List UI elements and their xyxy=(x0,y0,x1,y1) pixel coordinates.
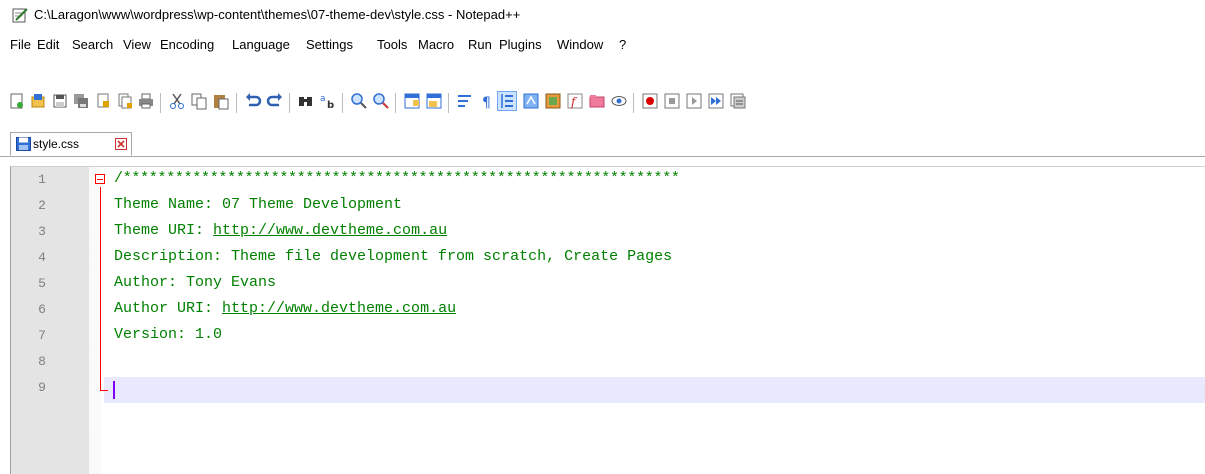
save-macro-icon[interactable] xyxy=(729,92,747,110)
show-all-chars-icon[interactable]: ¶ xyxy=(478,92,496,110)
fold-line xyxy=(100,187,101,391)
find-icon[interactable] xyxy=(297,92,315,110)
menu-language[interactable]: Language xyxy=(232,37,290,52)
menu-view[interactable]: View xyxy=(123,37,151,52)
line-number: 8 xyxy=(38,354,46,369)
line-number: 1 xyxy=(38,172,46,187)
print-icon[interactable] xyxy=(137,92,155,110)
tab-style-css[interactable]: style.css xyxy=(10,132,132,156)
zoom-out-icon[interactable] xyxy=(372,92,390,110)
toolbar-separator xyxy=(395,93,396,113)
indent-guide-icon[interactable] xyxy=(497,91,517,111)
code-line: Description: Theme file development from… xyxy=(114,248,673,265)
fold-collapse-icon[interactable] xyxy=(95,174,105,184)
toolbar-separator xyxy=(289,93,290,113)
text-caret xyxy=(113,381,115,399)
menu-tools[interactable]: Tools xyxy=(377,37,407,52)
folder-workspace-icon[interactable] xyxy=(588,92,606,110)
undo-icon[interactable] xyxy=(244,92,262,110)
replace-icon[interactable]: ab xyxy=(319,92,337,110)
toolbar-separator xyxy=(448,93,449,113)
fold-end-marker xyxy=(100,390,108,391)
tab-label: style.css xyxy=(33,137,80,151)
file-saved-icon xyxy=(16,137,31,151)
line-number: 2 xyxy=(38,198,46,213)
close-icon[interactable] xyxy=(94,92,112,110)
code-line: Theme URI: http://www.devtheme.com.au xyxy=(114,222,447,239)
code-line: Version: 1.0 xyxy=(114,326,223,343)
svg-text:¶: ¶ xyxy=(482,95,491,110)
cut-icon[interactable] xyxy=(168,92,186,110)
menu-run[interactable]: Run xyxy=(468,37,492,52)
svg-text:b: b xyxy=(327,100,334,110)
user-language-icon[interactable] xyxy=(522,92,540,110)
new-file-icon[interactable] xyxy=(8,92,26,110)
tab-bar: style.css xyxy=(0,132,1205,157)
record-macro-icon[interactable] xyxy=(641,92,659,110)
toolbar: ab ¶ f xyxy=(0,88,1205,118)
url-link[interactable]: http://www.devtheme.com.au xyxy=(213,222,447,239)
close-all-icon[interactable] xyxy=(116,92,134,110)
line-number: 6 xyxy=(38,302,46,317)
menu-encoding[interactable]: Encoding xyxy=(160,37,214,52)
code-line: /***************************************… xyxy=(114,170,680,187)
menu-macro[interactable]: Macro xyxy=(418,37,454,52)
toolbar-separator xyxy=(160,93,161,113)
line-number-gutter xyxy=(11,167,89,474)
menu-window[interactable]: Window xyxy=(557,37,603,52)
current-line-highlight xyxy=(104,377,1205,403)
toolbar-separator xyxy=(633,93,634,113)
line-number: 7 xyxy=(38,328,46,343)
menu-plugins[interactable]: Plugins xyxy=(499,37,542,52)
code-line: Author URI: http://www.devtheme.com.au xyxy=(114,300,456,317)
paste-icon[interactable] xyxy=(212,92,230,110)
menu-help[interactable]: ? xyxy=(619,37,626,52)
stop-recording-icon[interactable] xyxy=(663,92,681,110)
menu-file[interactable]: File xyxy=(10,37,31,52)
line-number: 4 xyxy=(38,250,46,265)
word-wrap-icon[interactable] xyxy=(456,92,474,110)
editor-area[interactable]: 1 2 3 4 5 6 7 8 9 /*********************… xyxy=(10,166,1205,474)
code-line: Theme Name: 07 Theme Development xyxy=(114,196,403,213)
menu-settings[interactable]: Settings xyxy=(306,37,353,52)
function-list-icon[interactable]: f xyxy=(566,92,584,110)
zoom-in-icon[interactable] xyxy=(350,92,368,110)
window-title: C:\Laragon\www\wordpress\wp-content\them… xyxy=(34,7,521,22)
run-macro-multiple-icon[interactable] xyxy=(707,92,725,110)
notepad-plus-plus-icon xyxy=(12,8,28,23)
url-link[interactable]: http://www.devtheme.com.au xyxy=(222,300,456,317)
sync-vertical-icon[interactable] xyxy=(403,92,421,110)
line-number: 3 xyxy=(38,224,46,239)
menu-search[interactable]: Search xyxy=(72,37,113,52)
svg-text:a: a xyxy=(320,94,326,104)
monitoring-icon[interactable] xyxy=(610,92,628,110)
toolbar-separator xyxy=(342,93,343,113)
redo-icon[interactable] xyxy=(266,92,284,110)
save-all-icon[interactable] xyxy=(72,92,90,110)
line-number: 9 xyxy=(38,380,46,395)
playback-icon[interactable] xyxy=(685,92,703,110)
doc-map-icon[interactable] xyxy=(544,92,562,110)
code-line: Author: Tony Evans xyxy=(114,274,277,291)
sync-horizontal-icon[interactable] xyxy=(425,92,443,110)
title-bar: C:\Laragon\www\wordpress\wp-content\them… xyxy=(0,0,1205,30)
tab-close-icon[interactable] xyxy=(115,138,127,150)
open-file-icon[interactable] xyxy=(29,92,47,110)
line-number: 5 xyxy=(38,276,46,291)
menu-edit[interactable]: Edit xyxy=(37,37,59,52)
toolbar-separator xyxy=(236,93,237,113)
menu-bar: File Edit Search View Encoding Language … xyxy=(0,34,1205,54)
save-icon[interactable] xyxy=(51,92,69,110)
copy-icon[interactable] xyxy=(190,92,208,110)
code-line-prefix: Author URI: xyxy=(114,300,223,317)
code-line-prefix: Theme URI: xyxy=(114,222,214,239)
